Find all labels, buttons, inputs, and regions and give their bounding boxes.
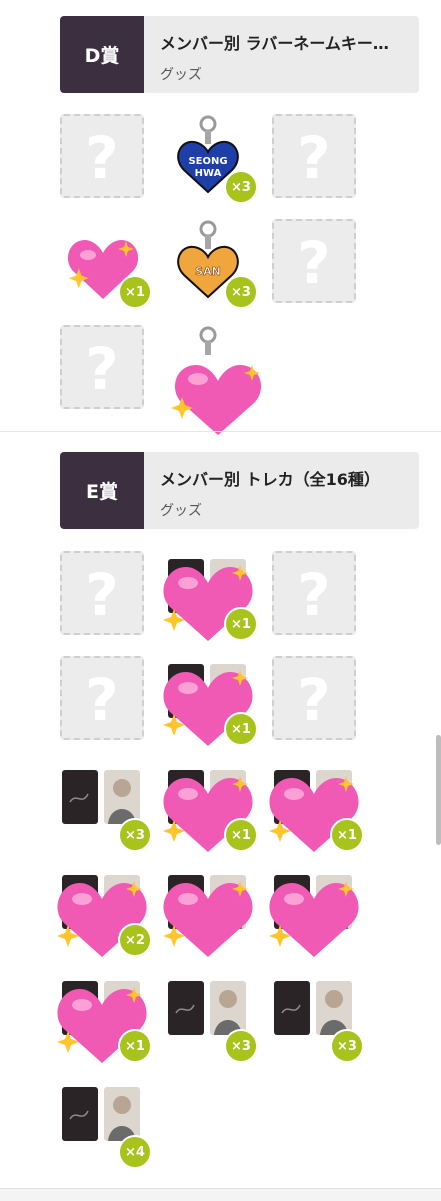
hidden-item[interactable] xyxy=(163,867,253,957)
prize-info: メンバー別 トレカ（全16種） グッズ xyxy=(144,452,419,529)
svg-text:SAN: SAN xyxy=(195,265,221,278)
section-divider xyxy=(0,431,441,432)
count-badge: ×1 xyxy=(118,275,152,309)
hidden-item[interactable]: ×1 xyxy=(57,973,152,1063)
svg-text:?: ? xyxy=(297,561,331,629)
hidden-item[interactable] xyxy=(269,867,359,957)
count-badge: ×3 xyxy=(224,1029,258,1063)
svg-text:SEONG: SEONG xyxy=(188,156,227,167)
prize-category: グッズ xyxy=(160,503,202,519)
prize-category: グッズ xyxy=(160,67,202,83)
count-badge: ×3 xyxy=(224,275,258,309)
hidden-item[interactable]: ×1 xyxy=(163,762,258,852)
svg-text:?: ? xyxy=(297,666,331,734)
count-badge: ×1 xyxy=(224,607,258,641)
svg-text:?: ? xyxy=(85,124,119,192)
unknown-item[interactable]: ? xyxy=(60,656,144,740)
heart-sticker-icon xyxy=(163,881,253,957)
question-icon: ? xyxy=(85,335,119,403)
hidden-item[interactable]: ×1 xyxy=(163,551,258,641)
unknown-item[interactable]: ? xyxy=(272,219,356,303)
unknown-item[interactable]: ? xyxy=(60,551,144,635)
heart-sticker-icon xyxy=(269,881,359,957)
count-badge: ×2 xyxy=(118,923,152,957)
trading-card-item[interactable]: ×3 xyxy=(272,973,364,1063)
count-badge: ×1 xyxy=(118,1029,152,1063)
question-icon: ? xyxy=(297,229,331,297)
count-badge: ×3 xyxy=(224,170,258,204)
count-badge: ×1 xyxy=(330,818,364,852)
svg-text:?: ? xyxy=(85,335,119,403)
unknown-item[interactable]: ? xyxy=(272,656,356,740)
prize-e-header[interactable]: E賞 メンバー別 トレカ（全16種） グッズ xyxy=(60,452,419,529)
svg-text:?: ? xyxy=(85,666,119,734)
prize-rank: D賞 xyxy=(60,16,144,93)
count-badge: ×1 xyxy=(224,712,258,746)
svg-text:HWA: HWA xyxy=(195,168,222,179)
question-icon: ? xyxy=(85,561,119,629)
question-icon: ? xyxy=(297,561,331,629)
unknown-item[interactable]: ? xyxy=(272,114,356,198)
trading-card-item[interactable]: ×4 xyxy=(60,1079,152,1169)
prize-title: メンバー別 ラバーネームキー… xyxy=(160,34,389,53)
prize-rank: E賞 xyxy=(60,452,144,529)
unknown-item[interactable]: ? xyxy=(60,325,144,409)
scrollbar[interactable] xyxy=(436,735,441,845)
keychain-item[interactable]: SEONG HWA ×3 xyxy=(166,114,258,204)
question-icon: ? xyxy=(85,124,119,192)
count-badge: ×3 xyxy=(330,1029,364,1063)
svg-text:?: ? xyxy=(297,229,331,297)
count-badge: ×1 xyxy=(224,818,258,852)
svg-text:?: ? xyxy=(85,561,119,629)
count-badge: ×3 xyxy=(118,818,152,852)
hidden-item[interactable]: ×1 xyxy=(60,219,152,309)
hidden-item[interactable]: ×1 xyxy=(269,762,364,852)
trading-card-item[interactable]: ×3 xyxy=(60,762,152,852)
svg-text:?: ? xyxy=(297,124,331,192)
bottom-bar xyxy=(0,1188,441,1201)
hidden-item[interactable] xyxy=(166,325,262,435)
keychain-item[interactable]: SAN ×3 xyxy=(166,219,258,309)
question-icon: ? xyxy=(85,666,119,734)
hidden-item[interactable]: ×2 xyxy=(57,867,152,957)
prize-d-header[interactable]: D賞 メンバー別 ラバーネームキー… グッズ xyxy=(60,16,419,93)
count-badge: ×4 xyxy=(118,1135,152,1169)
trading-card-item[interactable]: ×3 xyxy=(166,973,258,1063)
prize-title: メンバー別 トレカ（全16種） xyxy=(160,470,380,489)
prize-info: メンバー別 ラバーネームキー… グッズ xyxy=(144,16,419,93)
question-icon: ? xyxy=(297,666,331,734)
unknown-item[interactable]: ? xyxy=(60,114,144,198)
hidden-item[interactable]: ×1 xyxy=(163,656,258,746)
unknown-item[interactable]: ? xyxy=(272,551,356,635)
heart-sticker-icon xyxy=(171,326,262,435)
question-icon: ? xyxy=(297,124,331,192)
